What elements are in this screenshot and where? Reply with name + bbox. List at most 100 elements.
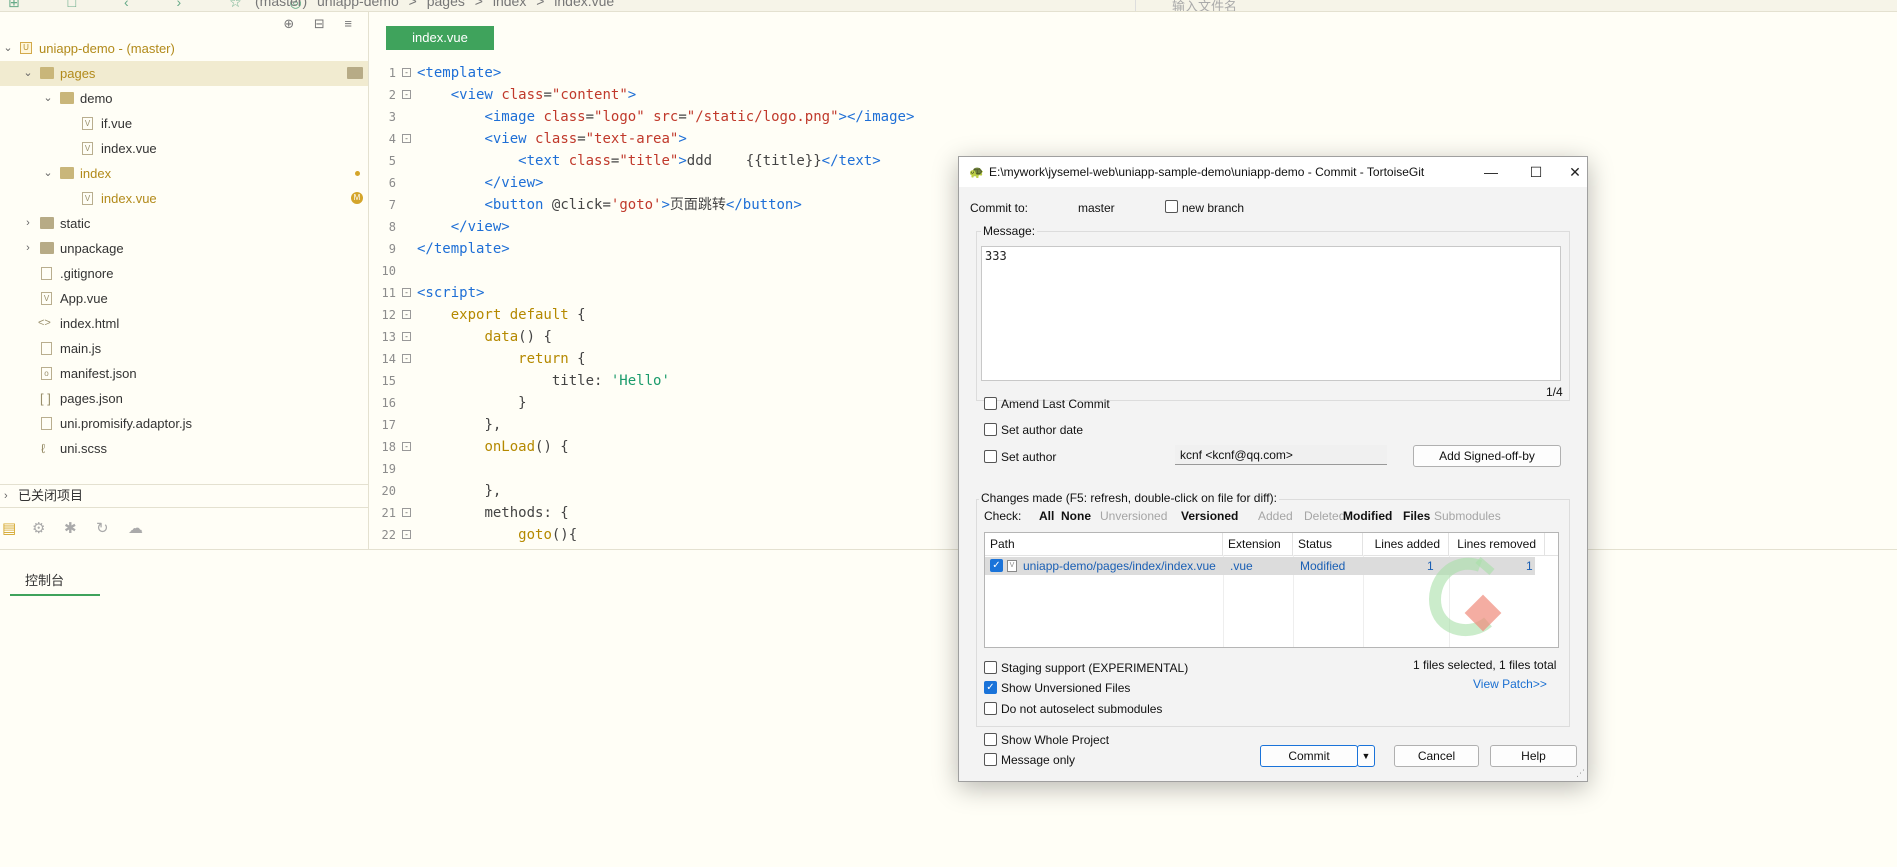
- show-unversioned-checkbox[interactable]: ✓: [984, 681, 997, 694]
- whole-project-checkbox[interactable]: [984, 733, 997, 746]
- column-status[interactable]: Status: [1293, 533, 1363, 555]
- dialog-title-bar[interactable]: 🐢 E:\mywork\jysemel-web\uniapp-sample-de…: [959, 157, 1587, 187]
- folder-open-icon[interactable]: [347, 67, 363, 79]
- chevron-right-icon[interactable]: ›: [4, 485, 8, 507]
- chevron-down-icon[interactable]: ⌄: [2, 36, 14, 61]
- tree-item-manifest-json[interactable]: o manifest.json: [0, 361, 368, 386]
- author-input[interactable]: kcnf <kcnf@qq.com>: [1175, 445, 1387, 465]
- tree-item-uni-scss[interactable]: ℓ uni.scss: [0, 436, 368, 461]
- close-icon[interactable]: ✕: [1564, 161, 1586, 183]
- fold-icon[interactable]: -: [402, 442, 411, 451]
- console-panel: 控制台: [0, 549, 1897, 867]
- message-only-label: Message only: [1001, 753, 1076, 767]
- fold-icon[interactable]: -: [402, 90, 411, 99]
- explorer-tools[interactable]: ⊕ ⊟ ≡: [283, 16, 360, 32]
- tree-item-demo-index-vue[interactable]: V index.vue: [0, 136, 368, 161]
- file-search-input[interactable]: 输入文件名: [1135, 0, 1895, 11]
- filter-unversioned[interactable]: Unversioned: [1100, 509, 1167, 523]
- file-checkbox[interactable]: ✓: [990, 559, 1003, 572]
- top-toolbar: ⊞ □ ‹ › ☆ ◎ (master) uniapp-demo > pages…: [0, 0, 1897, 12]
- filter-modified[interactable]: Modified: [1343, 509, 1392, 523]
- staging-checkbox[interactable]: [984, 661, 997, 674]
- fold-icon[interactable]: -: [402, 530, 411, 539]
- tree-item-index-html[interactable]: <> index.html: [0, 311, 368, 336]
- tree-item-if-vue[interactable]: V if.vue: [0, 111, 368, 136]
- author-date-checkbox[interactable]: [984, 423, 997, 436]
- tree-item-app-vue[interactable]: V App.vue: [0, 286, 368, 311]
- message-textarea[interactable]: 333: [981, 246, 1561, 381]
- tree-item-gitignore[interactable]: .gitignore: [0, 261, 368, 286]
- commit-button[interactable]: Commit: [1260, 745, 1358, 767]
- tree-item-promisify-js[interactable]: uni.promisify.adaptor.js: [0, 411, 368, 436]
- resize-grip-icon[interactable]: ⋰: [1576, 768, 1585, 779]
- file-path[interactable]: uniapp-demo/pages/index/index.vue: [1023, 559, 1216, 573]
- folder-view-icon[interactable]: ▤: [2, 519, 16, 537]
- tree-item-demo[interactable]: ⌄ demo: [0, 86, 368, 111]
- tree-label: pages.json: [60, 391, 123, 406]
- filter-versioned[interactable]: Versioned: [1181, 509, 1238, 523]
- fold-icon[interactable]: -: [402, 288, 411, 297]
- cancel-button[interactable]: Cancel: [1394, 745, 1479, 767]
- fold-icon[interactable]: -: [402, 68, 411, 77]
- filter-none[interactable]: None: [1061, 509, 1091, 523]
- help-button[interactable]: Help: [1490, 745, 1577, 767]
- view-patch-link[interactable]: View Patch>>: [1473, 677, 1547, 691]
- fold-icon[interactable]: -: [402, 508, 411, 517]
- line-number: 17: [381, 418, 396, 432]
- chevron-down-icon[interactable]: ⌄: [22, 61, 34, 86]
- tree-item-pages[interactable]: ⌄ pages: [0, 61, 368, 86]
- new-branch-checkbox[interactable]: [1165, 200, 1178, 213]
- closed-projects-section[interactable]: › 已关闭项目: [0, 484, 368, 508]
- breadcrumb-pages[interactable]: pages: [427, 0, 465, 9]
- add-signed-off-button[interactable]: Add Signed-off-by: [1413, 445, 1561, 467]
- tree-item-static[interactable]: › static: [0, 211, 368, 236]
- commit-to-label: Commit to:: [970, 201, 1029, 215]
- fold-icon[interactable]: -: [402, 310, 411, 319]
- chevron-right-icon[interactable]: ›: [22, 211, 34, 236]
- maximize-icon[interactable]: ☐: [1519, 161, 1553, 183]
- tree-item-unpackage[interactable]: › unpackage: [0, 236, 368, 261]
- filter-files[interactable]: Files: [1403, 509, 1430, 523]
- tree-item-pages-json[interactable]: [ ] pages.json: [0, 386, 368, 411]
- js-file-icon: [41, 342, 52, 355]
- breadcrumb-project[interactable]: uniapp-demo: [317, 0, 399, 9]
- breadcrumb: (master) uniapp-demo > pages > index > i…: [255, 0, 620, 9]
- selection-summary: 1 files selected, 1 files total: [1413, 658, 1557, 672]
- tab-console[interactable]: 控制台: [10, 566, 100, 596]
- tree-item-index-vue[interactable]: V index.vue M: [0, 186, 368, 211]
- fold-icon[interactable]: -: [402, 354, 411, 363]
- minimize-icon[interactable]: —: [1474, 161, 1508, 183]
- column-path[interactable]: Path: [985, 533, 1223, 555]
- refresh-icon[interactable]: ↻: [96, 519, 109, 537]
- show-unversioned-label: Show Unversioned Files: [1001, 681, 1131, 695]
- message-only-checkbox[interactable]: [984, 753, 997, 766]
- project-icon: U: [20, 42, 32, 54]
- cloud-icon[interactable]: ☁: [128, 519, 143, 537]
- commit-dropdown-chevron-icon[interactable]: ▼: [1357, 745, 1375, 767]
- chevron-right-icon[interactable]: ›: [22, 236, 34, 261]
- plugin-icon[interactable]: ⚙: [32, 519, 45, 537]
- filter-added[interactable]: Added: [1258, 509, 1293, 523]
- bug-icon[interactable]: ✱: [64, 519, 77, 537]
- breadcrumb-index[interactable]: index: [493, 0, 526, 9]
- filter-all[interactable]: All: [1039, 509, 1054, 523]
- tree-item-index[interactable]: ⌄ index: [0, 161, 368, 186]
- hbuilder-window: ⊞ □ ‹ › ☆ ◎ (master) uniapp-demo > pages…: [0, 0, 1897, 867]
- fold-icon[interactable]: -: [402, 134, 411, 143]
- breadcrumb-branch[interactable]: (master): [255, 0, 307, 9]
- fold-icon[interactable]: -: [402, 332, 411, 341]
- breadcrumb-file[interactable]: index.vue: [554, 0, 614, 9]
- filter-deleted[interactable]: Deleted: [1304, 509, 1345, 523]
- chevron-down-icon[interactable]: ⌄: [42, 161, 54, 186]
- column-extension[interactable]: Extension: [1223, 533, 1293, 555]
- tab-index-vue[interactable]: index.vue: [386, 26, 494, 50]
- line-number: 19: [381, 462, 396, 476]
- chevron-down-icon[interactable]: ⌄: [42, 86, 54, 111]
- tree-item-project[interactable]: ⌄ U uniapp-demo - (master): [0, 36, 368, 61]
- tree-item-main-js[interactable]: main.js: [0, 336, 368, 361]
- filter-submodules[interactable]: Submodules: [1434, 509, 1501, 523]
- amend-checkbox[interactable]: [984, 397, 997, 410]
- set-author-checkbox[interactable]: [984, 450, 997, 463]
- author-date-label: Set author date: [1001, 423, 1084, 437]
- no-autoselect-checkbox[interactable]: [984, 702, 997, 715]
